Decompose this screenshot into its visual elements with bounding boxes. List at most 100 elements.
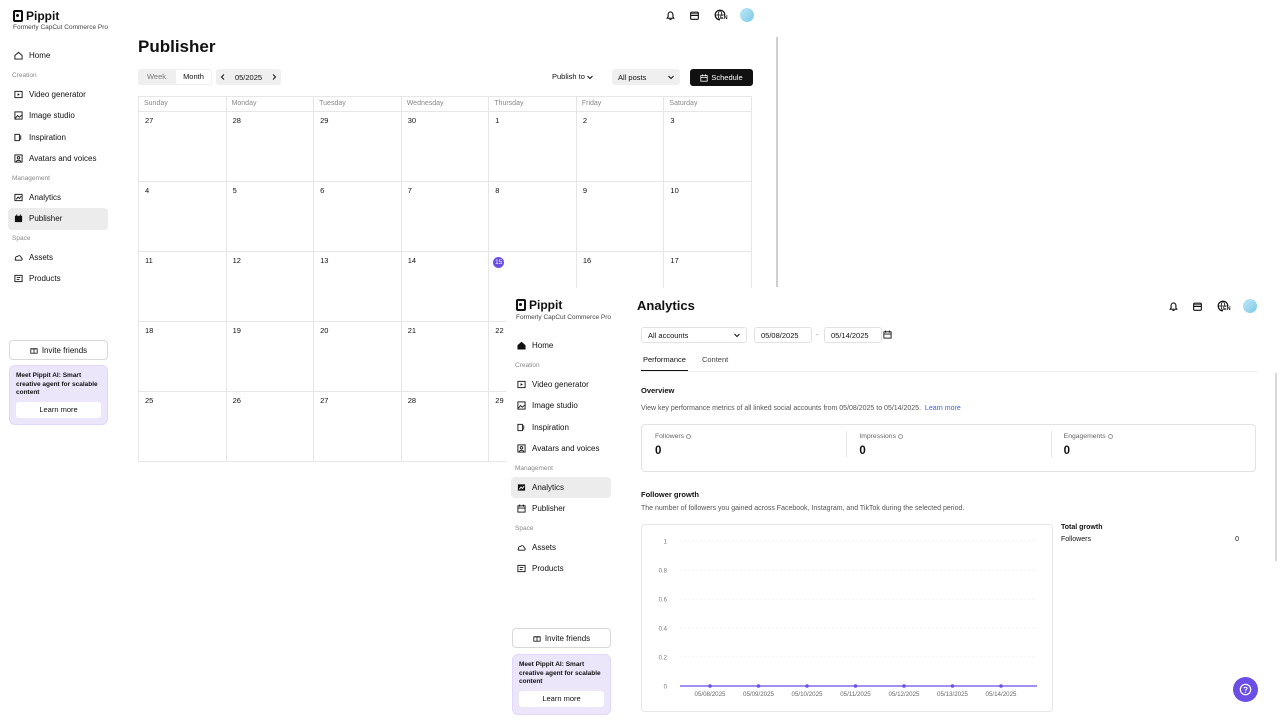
sidebar-item-label: Home (29, 51, 51, 61)
schedule-button[interactable]: Schedule (690, 69, 753, 86)
sidebar-item-video-generator[interactable]: Video generator (8, 84, 108, 106)
section-space: Space (12, 234, 31, 242)
tab-week[interactable]: Week (139, 70, 174, 84)
weekday-label: Sunday (139, 97, 227, 112)
sidebar-item-video-generator[interactable]: Video generator (511, 374, 611, 396)
sidebar-item-home[interactable]: Home (511, 335, 611, 357)
chevron-down-icon (668, 75, 674, 80)
pippit-logo-icon (516, 299, 526, 311)
calendar-day-cell[interactable]: 18 (139, 322, 227, 392)
day-number: 13 (320, 256, 329, 265)
sidebar-item-assets[interactable]: Assets (511, 537, 611, 559)
calendar-day-cell[interactable]: 9 (576, 182, 665, 252)
inbox-icon[interactable] (688, 9, 700, 21)
invite-friends-button[interactable]: Invite friends (512, 628, 611, 648)
publish-to-dropdown[interactable]: Publish to (552, 72, 593, 81)
data-point (999, 684, 1003, 688)
info-icon[interactable] (897, 434, 903, 439)
calendar-day-cell[interactable]: 2 (576, 112, 665, 182)
y-tick-label: 1 (664, 540, 668, 546)
sidebar-item-inspiration[interactable]: Inspiration (511, 417, 611, 439)
stat-value: 0 (1063, 445, 1071, 457)
analytics-icon (516, 482, 526, 492)
calendar-day-cell[interactable]: 29 (314, 112, 402, 182)
calendar-day-cell[interactable]: 19 (226, 322, 315, 392)
calendar-day-cell[interactable]: 7 (401, 182, 490, 252)
month-navigator: 05/2025 (216, 69, 281, 85)
sidebar-item-publisher[interactable]: Publisher (511, 498, 611, 520)
pippit-logo[interactable]: Pippit (13, 9, 59, 23)
tab-content[interactable]: Content (700, 353, 730, 371)
y-tick-label: 0.2 (659, 656, 668, 662)
invite-friends-button[interactable]: Invite friends (9, 340, 108, 360)
calendar-day-cell[interactable]: 30 (401, 112, 490, 182)
calendar-day-cell[interactable]: 25 (139, 392, 227, 462)
sidebar-item-label: Assets (532, 542, 557, 552)
sidebar-item-avatars[interactable]: Avatars and voices (511, 438, 611, 460)
calendar-day-cell[interactable]: 8 (489, 182, 577, 252)
user-avatar[interactable] (1243, 299, 1257, 313)
sidebar-item-analytics[interactable]: Analytics (8, 187, 108, 209)
overview-description: View key performance metrics of all link… (641, 405, 961, 412)
inbox-icon[interactable] (1191, 300, 1203, 312)
day-number: 28 (232, 116, 241, 125)
calendar-day-cell[interactable]: 27 (314, 392, 402, 462)
calendar-day-cell[interactable]: 3 (664, 112, 752, 182)
calendar-day-cell[interactable]: 4 (139, 182, 227, 252)
tab-month[interactable]: Month (176, 70, 211, 84)
sidebar-item-inspiration[interactable]: Inspiration (8, 127, 108, 149)
calendar-day-cell[interactable]: 5 (226, 182, 315, 252)
start-date-input[interactable]: 05/08/2025 (754, 327, 812, 343)
help-button[interactable] (1233, 677, 1258, 702)
calendar-day-cell[interactable]: 14 (401, 252, 490, 322)
day-number: 25 (145, 396, 154, 405)
learn-more-button[interactable]: Learn more (16, 401, 101, 418)
sidebar-item-products[interactable]: Products (511, 558, 611, 580)
user-avatar[interactable] (740, 8, 754, 22)
language-icon[interactable]: EN (1215, 300, 1231, 312)
calendar-day-cell[interactable]: 1 (489, 112, 577, 182)
sidebar-item-publisher[interactable]: Publisher (8, 208, 108, 230)
calendar-day-cell[interactable]: 6 (314, 182, 402, 252)
sidebar-item-analytics[interactable]: Analytics (511, 476, 611, 498)
x-tick-label: 05/09/2025 (743, 691, 775, 698)
chevron-left-icon[interactable] (220, 74, 226, 80)
accounts-select[interactable]: All accounts (641, 327, 747, 343)
day-number: 5 (232, 186, 237, 195)
calendar-day-cell[interactable]: 21 (401, 322, 490, 392)
info-icon[interactable] (686, 434, 692, 439)
day-number: 29 (320, 116, 329, 125)
bell-icon[interactable] (1167, 300, 1179, 312)
sidebar-item-avatars[interactable]: Avatars and voices (8, 148, 108, 170)
calendar-day-cell[interactable]: 12 (226, 252, 315, 322)
calendar-day-cell[interactable]: 10 (664, 182, 752, 252)
calendar-icon[interactable] (883, 330, 892, 339)
sidebar-item-home[interactable]: Home (8, 45, 108, 67)
scrollbar[interactable] (776, 37, 778, 287)
learn-more-button[interactable]: Learn more (519, 690, 604, 707)
sidebar-item-products[interactable]: Products (8, 268, 108, 290)
calendar-day-cell[interactable]: 27 (139, 112, 227, 182)
sidebar-item-image-studio[interactable]: Image studio (8, 105, 108, 127)
info-icon[interactable] (1107, 434, 1113, 439)
language-icon[interactable]: EN (712, 9, 728, 21)
avatar-icon (13, 154, 23, 164)
pippit-logo[interactable]: Pippit (516, 298, 562, 312)
calendar-day-cell[interactable]: 28 (226, 112, 315, 182)
sidebar-item-assets[interactable]: Assets (8, 247, 108, 269)
bell-icon[interactable] (664, 9, 676, 21)
calendar-day-cell[interactable]: 11 (139, 252, 227, 322)
learn-more-link[interactable]: Learn more (925, 405, 961, 412)
calendar-day-cell[interactable]: 26 (226, 392, 315, 462)
calendar-day-cell[interactable]: 13 (314, 252, 402, 322)
stat-label-text: Followers (655, 433, 685, 440)
sidebar-item-image-studio[interactable]: Image studio (511, 395, 611, 417)
weekday-label: Saturday (664, 97, 752, 112)
end-date-input[interactable]: 05/14/2025 (824, 327, 882, 343)
posts-filter-select[interactable]: All posts (612, 69, 680, 85)
scrollbar[interactable] (1275, 373, 1277, 561)
tab-performance[interactable]: Performance (641, 353, 688, 371)
calendar-day-cell[interactable]: 28 (401, 392, 490, 462)
calendar-day-cell[interactable]: 20 (314, 322, 402, 392)
chevron-right-icon[interactable] (271, 74, 277, 80)
